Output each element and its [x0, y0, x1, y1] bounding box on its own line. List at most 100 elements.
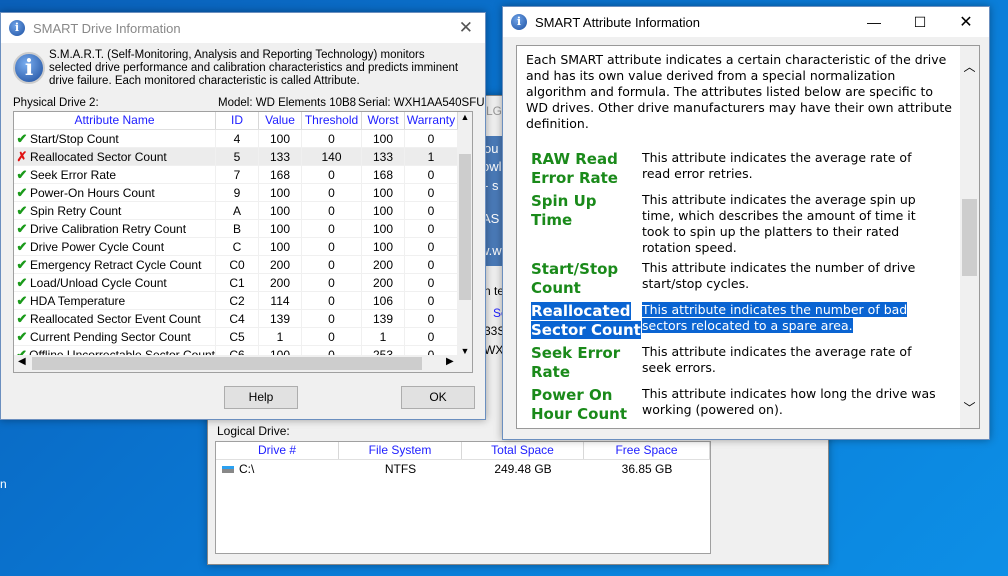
value-cell: 139	[259, 310, 302, 327]
table-row[interactable]: ✔ Current Pending Sector Count C5 1 0 1 0	[14, 328, 472, 346]
value-cell: 100	[259, 238, 302, 255]
warranty-cell: 0	[405, 274, 458, 291]
col-free[interactable]: Free Space	[584, 442, 710, 459]
col-attribute-name[interactable]: Attribute Name	[14, 112, 216, 129]
desktop-fragment: n	[0, 477, 7, 491]
value-cell: 100	[259, 202, 302, 219]
scroll-up-icon[interactable]: ▲	[458, 112, 472, 122]
table-row[interactable]: ✔ Seek Error Rate 7 168 0 168 0	[14, 166, 472, 184]
threshold-cell: 0	[302, 220, 362, 237]
warranty-cell: 0	[405, 184, 458, 201]
ok-check-icon: ✔	[16, 202, 28, 218]
table-row[interactable]: ✔ Start/Stop Count 4 100 0 100 0	[14, 130, 472, 148]
description: S.M.A.R.T. (Self-Monitoring, Analysis an…	[49, 49, 459, 87]
table-row[interactable]: ✔ Power-On Hours Count 9 100 0 100 0	[14, 184, 472, 202]
logical-drive-list[interactable]: Drive # File System Total Space Free Spa…	[215, 441, 711, 554]
ok-check-icon: ✔	[16, 220, 28, 236]
threshold-cell: 0	[302, 274, 362, 291]
threshold-cell: 0	[302, 184, 362, 201]
attribute-list[interactable]: Attribute Name ID Value Threshold Worst …	[13, 111, 473, 373]
attribute-desc: This attribute indicates the number of b…	[642, 302, 937, 340]
ok-button[interactable]: OK	[401, 386, 475, 409]
id-cell: C4	[216, 310, 259, 327]
attribute-name: HDA Temperature	[30, 293, 126, 308]
col-id[interactable]: ID	[216, 112, 259, 129]
table-row[interactable]: ✔ Spin Retry Count A 100 0 100 0	[14, 202, 472, 220]
attribute-entry: Reallocated Sector Count This attribute i…	[531, 302, 937, 340]
scroll-down-icon[interactable]: ﹀	[960, 399, 979, 416]
col-warranty[interactable]: Warranty	[405, 112, 458, 129]
attribute-desc-text: This attribute indicates the average rat…	[642, 150, 912, 181]
id-cell: C1	[216, 274, 259, 291]
attribute-desc-text: This attribute indicates the number of b…	[642, 302, 908, 333]
worst-cell: 100	[362, 130, 405, 147]
attribute-desc-text: This attribute indicates the average spi…	[642, 192, 916, 255]
value-cell: 1	[259, 328, 302, 345]
worst-cell: 100	[362, 238, 405, 255]
threshold-cell: 0	[302, 292, 362, 309]
attribute-entry: Spin Up Time This attribute indicates the…	[531, 192, 937, 256]
warranty-cell: 0	[405, 238, 458, 255]
scroll-left-icon[interactable]: ◀	[18, 356, 26, 367]
ok-check-icon: ✔	[16, 238, 28, 254]
value-cell: 114	[259, 292, 302, 309]
attribute-name-cell: ✔ Power-On Hours Count	[14, 184, 216, 201]
attribute-title: Spin Up Time	[531, 192, 642, 256]
attribute-desc-text: This attribute indicates how long the dr…	[642, 386, 936, 417]
drive-letter: C:\	[239, 462, 255, 476]
minimize-icon[interactable]: —	[851, 14, 897, 30]
col-drive[interactable]: Drive #	[216, 442, 339, 459]
dialog-title: SMART Drive Information	[33, 20, 181, 36]
help-button[interactable]: Help	[224, 386, 298, 409]
scroll-up-icon[interactable]: ︿	[960, 58, 979, 75]
vertical-scrollbar[interactable]: ︿ ﹀	[960, 46, 979, 428]
attribute-desc: This attribute indicates the average rat…	[642, 150, 937, 188]
hscroll-thumb[interactable]	[32, 357, 422, 370]
worst-cell: 100	[362, 202, 405, 219]
col-total[interactable]: Total Space	[462, 442, 584, 459]
table-row[interactable]: ✔ Emergency Retract Cycle Count C0 200 0 200 0	[14, 256, 472, 274]
col-worst[interactable]: Worst	[362, 112, 405, 129]
table-row[interactable]: C:\ NTFS 249.48 GB 36.85 GB	[216, 460, 710, 478]
value-cell: 200	[259, 256, 302, 273]
table-row[interactable]: ✔ Drive Calibration Retry Count B 100 0 100 0	[14, 220, 472, 238]
vertical-scrollbar[interactable]: ▲ ▼	[458, 112, 472, 356]
scroll-right-icon[interactable]: ▶	[446, 356, 454, 367]
table-row[interactable]: ✗ Reallocated Sector Count 5 133 140 133 1	[14, 148, 472, 166]
attribute-title-text: Start/Stop Count	[531, 260, 619, 297]
drive-cell: C:\	[216, 460, 339, 478]
warranty-cell: 1	[405, 148, 458, 165]
attribute-name-cell: ✔ Drive Power Cycle Count	[14, 238, 216, 255]
fragment: ou	[484, 141, 499, 156]
id-cell: B	[216, 220, 259, 237]
id-cell: 4	[216, 130, 259, 147]
scroll-thumb[interactable]	[962, 199, 977, 276]
attribute-title-text: Spin Up Time	[531, 192, 597, 229]
attribute-title: Seek Error Rate	[531, 344, 642, 382]
col-threshold[interactable]: Threshold	[302, 112, 362, 129]
value-cell: 168	[259, 166, 302, 183]
warranty-cell: 0	[405, 166, 458, 183]
table-row[interactable]: ✔ Drive Power Cycle Count C 100 0 100 0	[14, 238, 472, 256]
total-cell: 249.48 GB	[494, 462, 552, 476]
close-icon[interactable]: ✕	[459, 18, 473, 38]
col-value[interactable]: Value	[259, 112, 302, 129]
table-row[interactable]: ✔ HDA Temperature C2 114 0 106 0	[14, 292, 472, 310]
close-icon[interactable]: ✕	[943, 12, 989, 32]
table-row[interactable]: ✔ Load/Unload Cycle Count C1 200 0 200 0	[14, 274, 472, 292]
ok-check-icon: ✔	[16, 328, 28, 344]
scroll-thumb[interactable]	[459, 154, 471, 300]
ok-check-icon: ✔	[16, 166, 28, 182]
threshold-cell: 0	[302, 310, 362, 327]
ok-check-icon: ✔	[16, 184, 28, 200]
warranty-cell: 0	[405, 292, 458, 309]
fail-x-icon: ✗	[16, 148, 28, 164]
threshold-cell: 0	[302, 166, 362, 183]
table-row[interactable]: ✔ Reallocated Sector Event Count C4 139 0 139…	[14, 310, 472, 328]
attribute-title: Reallocated Sector Count	[531, 302, 642, 340]
horizontal-scrollbar[interactable]: ◀ ▶	[14, 355, 472, 372]
id-cell: 9	[216, 184, 259, 201]
maximize-icon[interactable]: ☐	[897, 14, 943, 31]
attribute-name-cell: ✔ Start/Stop Count	[14, 130, 216, 147]
col-fs[interactable]: File System	[339, 442, 462, 459]
